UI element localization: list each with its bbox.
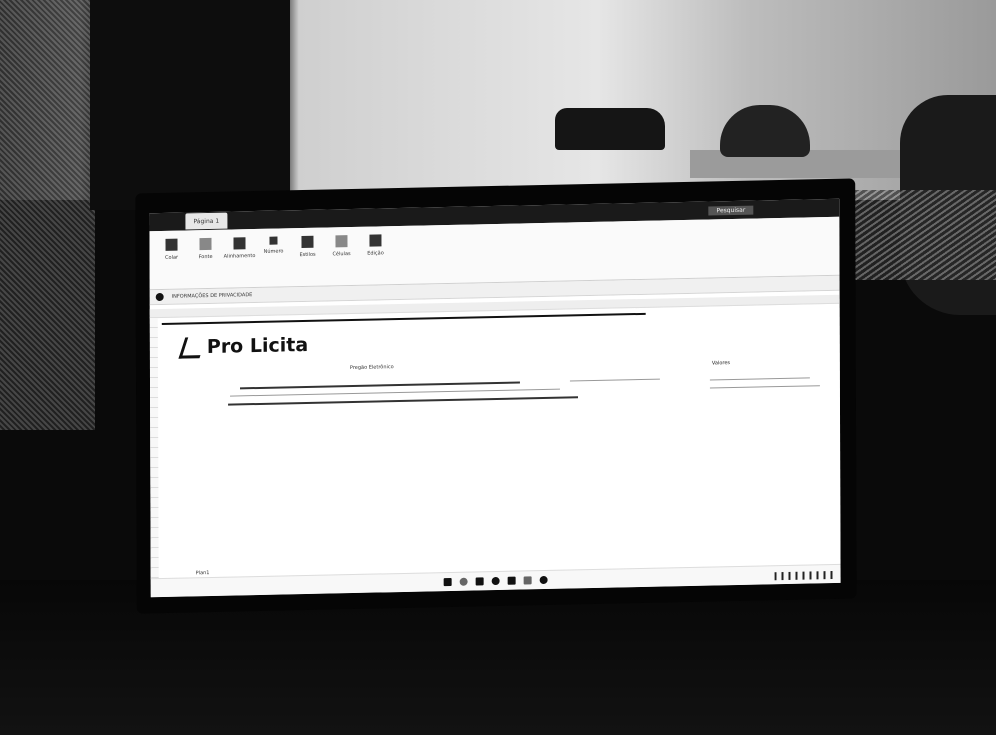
ribbon-editing[interactable]: Edição xyxy=(363,234,387,269)
tab-pagina-1[interactable]: Página 1 xyxy=(185,212,228,230)
privacy-notice-text: INFORMAÇÕES DE PRIVACIDADE xyxy=(171,292,253,300)
dark-monitor-edge xyxy=(90,0,290,210)
sheet-side-label: Valores xyxy=(711,360,731,367)
background-object xyxy=(555,108,665,150)
ribbon-number[interactable]: Número xyxy=(261,236,285,271)
pro-licita-logo: Pro Licita xyxy=(178,333,309,359)
editing-icon xyxy=(369,234,382,247)
ribbon-alignment-label: Alinhamento xyxy=(223,253,256,260)
logo-text: Pro Licita xyxy=(206,333,309,359)
table-row-line xyxy=(569,378,660,382)
ribbon-font-label: Fonte xyxy=(198,253,213,261)
spreadsheet-screen: Página 1 Pesquisar Colar Fonte Alinhamen… xyxy=(149,198,841,598)
table-row-line xyxy=(709,385,820,389)
ribbon-editing-label: Edição xyxy=(367,250,384,257)
styles-icon xyxy=(301,235,314,249)
table-row-line xyxy=(230,388,560,397)
word-icon[interactable] xyxy=(523,576,532,585)
ribbon-paste-label: Colar xyxy=(165,254,179,261)
paste-icon xyxy=(165,238,178,251)
alignment-icon xyxy=(233,237,246,250)
folder-icon[interactable] xyxy=(475,577,484,586)
ribbon-cells-label: Células xyxy=(332,251,351,258)
table-row-line xyxy=(228,396,578,406)
excel-icon[interactable] xyxy=(507,576,516,585)
settings-icon[interactable] xyxy=(539,575,548,585)
ribbon-styles[interactable]: Estilos xyxy=(295,235,319,271)
sheet-center-title: Pregão Eletrônico xyxy=(349,364,394,372)
table-row-line xyxy=(709,377,810,381)
sheet-tab-plan1[interactable]: Plan1 xyxy=(196,570,210,576)
ribbon-cells[interactable]: Células xyxy=(329,235,353,270)
laptop-display: Página 1 Pesquisar Colar Fonte Alinhamen… xyxy=(135,178,857,614)
info-icon xyxy=(155,292,164,302)
photo-scene: Página 1 Pesquisar Colar Fonte Alinhamen… xyxy=(0,0,996,735)
ribbon-styles-label: Estilos xyxy=(299,251,316,259)
ribbon-number-label: Número xyxy=(263,248,284,255)
ribbon-font[interactable]: Fonte xyxy=(193,237,217,273)
number-icon xyxy=(269,236,278,245)
row-number-column xyxy=(149,317,159,580)
ribbon-paste[interactable]: Colar xyxy=(160,238,184,274)
search-icon[interactable] xyxy=(459,577,468,586)
worksheet-area[interactable]: Pro Licita Pregão Eletrônico Valores Pla… xyxy=(149,294,841,580)
left-background-texture xyxy=(0,0,95,430)
table-row-line xyxy=(240,381,520,390)
font-icon xyxy=(199,237,212,251)
windows-icon[interactable] xyxy=(443,577,452,587)
edge-icon[interactable] xyxy=(491,576,500,586)
cells-icon xyxy=(335,235,348,248)
system-tray[interactable] xyxy=(774,570,833,581)
ribbon-alignment[interactable]: Alinhamento xyxy=(224,237,255,272)
search-box[interactable]: Pesquisar xyxy=(708,205,754,216)
logo-icon xyxy=(178,336,207,359)
right-background-texture xyxy=(840,190,996,280)
